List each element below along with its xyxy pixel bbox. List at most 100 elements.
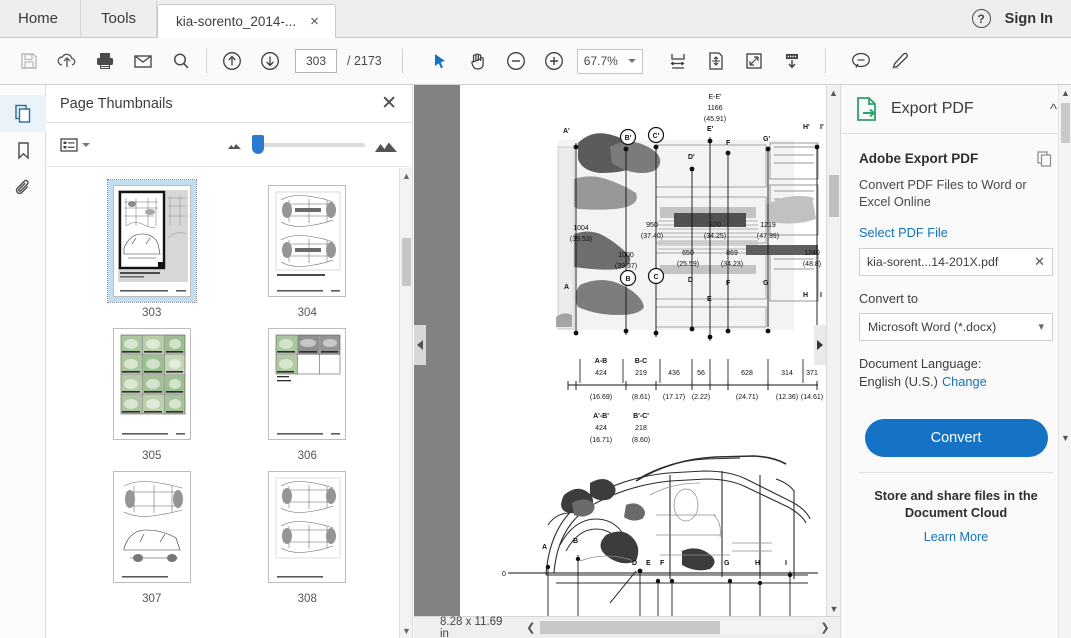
help-icon[interactable]: ?	[971, 9, 991, 28]
document-horizontal-scrollbar[interactable]: ❮ ❯	[522, 620, 834, 635]
tab-home[interactable]: Home	[0, 0, 82, 37]
print-icon[interactable]	[86, 42, 124, 80]
page-number-input[interactable]: 303	[295, 49, 337, 73]
export-panel-scrollbar[interactable]: ▲ ▼	[1058, 85, 1071, 638]
document-status-bar: 8.28 x 11.69 in ❮ ❯	[414, 616, 840, 638]
svg-text:(16.69): (16.69)	[590, 394, 612, 401]
page-title: Page Thumbnails	[60, 95, 173, 112]
thumbnail-box[interactable]	[108, 323, 196, 445]
svg-text:(8.61): (8.61)	[632, 394, 650, 401]
cursor-select-icon[interactable]	[421, 42, 459, 80]
scrollbar-thumb[interactable]	[402, 238, 411, 286]
highlight-pen-icon[interactable]	[880, 42, 918, 80]
hand-pan-icon[interactable]	[459, 42, 497, 80]
svg-text:F: F	[726, 140, 731, 147]
save-icon[interactable]	[10, 42, 48, 80]
scroll-down-icon[interactable]: ▼	[1059, 430, 1071, 445]
svg-text:(17.17): (17.17)	[663, 394, 685, 401]
scroll-up-icon[interactable]: ▲	[400, 168, 412, 183]
page-thumbnails-panel: Page Thumbnails ✕ 303 304 305 306 307 30…	[46, 85, 413, 638]
thumbnail-page-number: 308	[297, 593, 317, 605]
document-vertical-scrollbar[interactable]: ▲ ▼	[826, 85, 840, 616]
scroll-left-icon[interactable]: ❮	[522, 621, 540, 634]
scrollbar-thumb[interactable]	[1061, 103, 1070, 143]
expand-right-arrow-icon	[817, 340, 823, 350]
rail-item-bookmarks[interactable]	[0, 132, 46, 169]
prev-page-icon[interactable]	[213, 42, 251, 80]
slider-handle[interactable]	[252, 134, 264, 154]
list-options-button[interactable]	[60, 137, 90, 153]
search-icon[interactable]	[162, 42, 200, 80]
rail-item-page-thumbnails[interactable]	[0, 95, 46, 132]
zoom-out-icon[interactable]	[497, 42, 535, 80]
thumbnails-scrollbar[interactable]: ▲ ▼	[399, 168, 412, 638]
svg-text:(8.60): (8.60)	[632, 437, 650, 444]
close-icon[interactable]: ×	[306, 12, 323, 31]
zoom-level-dropdown[interactable]: 67.7%	[576, 48, 643, 74]
selected-file-field[interactable]: kia-sorent...14-201X.pdf ✕	[859, 247, 1053, 276]
comment-icon[interactable]	[842, 42, 880, 80]
convert-to-dropdown[interactable]: Microsoft Word (*.docx) ▾	[859, 312, 1053, 341]
scroll-up-icon[interactable]: ▲	[1059, 85, 1071, 100]
list-item[interactable]: 304	[230, 180, 386, 319]
scroll-mode-icon[interactable]	[773, 42, 811, 80]
scrollbar-thumb[interactable]	[829, 175, 839, 217]
fit-width-icon[interactable]	[659, 42, 697, 80]
fit-page-icon[interactable]	[697, 42, 735, 80]
main-toolbar: 303 / 2173 67.7%	[0, 38, 1071, 85]
close-icon[interactable]: ✕	[381, 94, 397, 113]
convert-button[interactable]: Convert	[864, 418, 1048, 457]
tab-tools[interactable]: Tools	[81, 0, 158, 37]
sign-in-button[interactable]: Sign In	[1005, 11, 1053, 27]
select-pdf-file-link[interactable]: Select PDF File	[859, 225, 1053, 240]
change-language-link[interactable]: Change	[942, 374, 987, 389]
rail-item-attachments[interactable]	[0, 169, 46, 206]
list-item[interactable]: 303	[74, 179, 230, 319]
selected-file-name: kia-sorent...14-201X.pdf	[867, 254, 999, 269]
email-icon[interactable]	[124, 42, 162, 80]
hscroll-track[interactable]	[539, 621, 816, 634]
expand-right-panel-button[interactable]	[814, 325, 826, 365]
svg-text:1000: 1000	[618, 252, 634, 259]
tab-document[interactable]: kia-sorento_2014-... ×	[157, 4, 336, 38]
chevron-up-icon[interactable]: ^	[1050, 101, 1057, 118]
adobe-export-pdf-heading-text: Adobe Export PDF	[859, 151, 979, 166]
clear-file-icon[interactable]: ✕	[1034, 254, 1045, 270]
list-item[interactable]: 307	[74, 466, 230, 605]
thumbnail-size-slider[interactable]	[252, 134, 365, 154]
scroll-down-icon[interactable]: ▼	[400, 623, 412, 638]
thumbnails-scroll-region[interactable]: 303 304 305 306 307 308	[46, 168, 412, 638]
next-page-icon[interactable]	[251, 42, 289, 80]
thumbnail-box[interactable]	[263, 466, 351, 588]
scroll-up-icon[interactable]: ▲	[827, 85, 840, 100]
pdf-page-canvas[interactable]: B' C' B C A' D' E' F G' H' I' A D E F G …	[460, 85, 826, 616]
svg-text:H: H	[755, 560, 760, 567]
export-pdf-header[interactable]: Export PDF ^	[841, 85, 1071, 134]
convert-to-value: Microsoft Word (*.docx)	[868, 319, 997, 334]
duplicate-files-icon	[1037, 151, 1052, 167]
thumbnail-box[interactable]	[263, 323, 351, 445]
zoom-in-icon[interactable]	[535, 42, 573, 80]
svg-text:C: C	[653, 274, 658, 281]
svg-text:950: 950	[646, 222, 658, 229]
collapse-left-panel-button[interactable]	[414, 325, 426, 365]
learn-more-link[interactable]: Learn More	[859, 530, 1053, 544]
hscroll-thumb[interactable]	[539, 621, 720, 634]
cloud-upload-icon[interactable]	[48, 42, 86, 80]
export-pdf-title: Export PDF	[891, 100, 974, 117]
fullscreen-icon[interactable]	[735, 42, 773, 80]
scroll-right-icon[interactable]: ❯	[816, 621, 834, 634]
svg-text:314: 314	[781, 370, 793, 377]
document-language-value: English (U.S.)	[859, 373, 938, 389]
list-item[interactable]: 305	[74, 323, 230, 462]
thumbnail-box[interactable]	[106, 179, 197, 303]
svg-text:I: I	[785, 560, 787, 567]
list-item[interactable]: 308	[230, 466, 386, 605]
thumbnail-box[interactable]	[263, 180, 351, 302]
store-share-heading: Store and share files in the Document Cl…	[859, 487, 1053, 522]
thumbnail-box[interactable]	[108, 466, 196, 588]
svg-text:1240: 1240	[804, 250, 820, 257]
scroll-down-icon[interactable]: ▼	[827, 601, 840, 616]
list-item[interactable]: 306	[230, 323, 386, 462]
left-icon-rail	[0, 85, 46, 638]
